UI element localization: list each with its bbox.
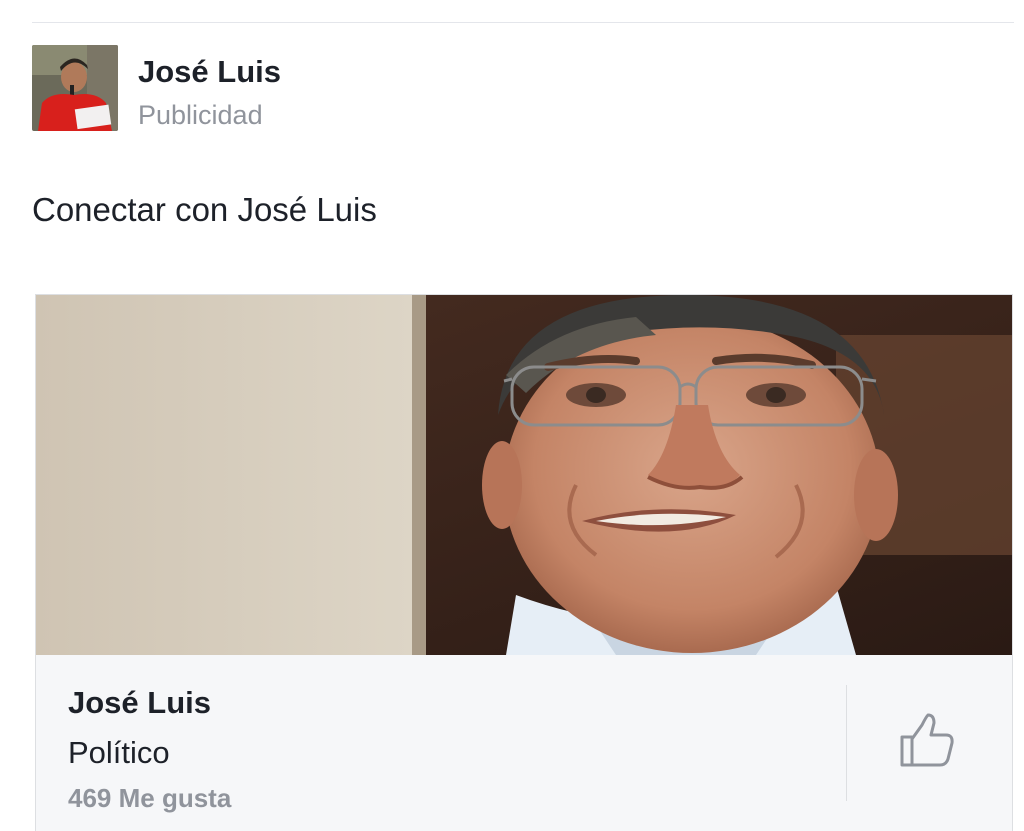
ad-footer: José Luis Político 469 Me gusta	[36, 655, 1012, 831]
footer-divider	[846, 685, 847, 801]
page-name[interactable]: José Luis	[68, 685, 211, 721]
ad-cover-photo[interactable]	[36, 295, 1012, 655]
cover-photo-image	[36, 295, 1012, 655]
post-header: José Luis Publicidad	[32, 45, 281, 133]
sponsored-label: Publicidad	[138, 100, 263, 130]
author-name[interactable]: José Luis	[138, 54, 281, 90]
post-header-text: José Luis Publicidad	[138, 45, 281, 132]
page-category: Político	[68, 735, 170, 770]
like-page-button[interactable]	[898, 713, 956, 769]
author-avatar[interactable]	[32, 45, 118, 131]
page-ad-card[interactable]: José Luis Político 469 Me gusta	[35, 294, 1013, 831]
avatar-photo	[32, 45, 118, 131]
thumbs-up-icon	[900, 713, 954, 767]
post-message: Conectar con José Luis	[32, 191, 377, 228]
feed-divider	[32, 22, 1014, 23]
page-like-count: 469 Me gusta	[68, 783, 232, 813]
previous-post-edge	[0, 0, 1024, 8]
